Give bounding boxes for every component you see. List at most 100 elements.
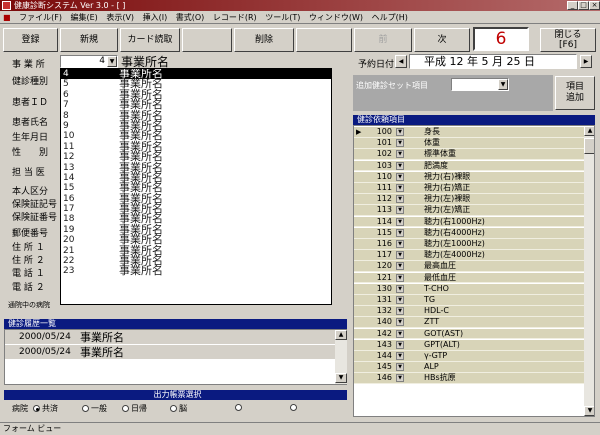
menu-tools[interactable]: ツール(T) <box>262 11 303 24</box>
dropdown-option[interactable]: 6 事業所名 <box>61 89 331 100</box>
dropdown-option[interactable]: 12 事業所名 <box>61 151 331 162</box>
exam-item-row[interactable]: 131 ▼ TG <box>354 295 594 306</box>
radio-dot[interactable] <box>122 405 129 412</box>
history-row[interactable]: 2000/05/24 事業所名 <box>5 330 346 345</box>
chevron-right-icon[interactable]: ▶ <box>580 55 592 68</box>
card-read-button[interactable]: カード読取 <box>120 28 180 52</box>
radio-dot[interactable] <box>290 404 297 411</box>
office-combo[interactable]: 4 ▼ <box>60 55 118 68</box>
exam-item-row[interactable]: 103 ▼ 肥満度 <box>354 160 594 172</box>
chevron-down-icon[interactable]: ▼ <box>396 228 404 237</box>
exam-item-row[interactable]: 101 ▼ 体重 <box>354 138 594 149</box>
items-scrollbar[interactable]: ▲ ▼ <box>584 126 594 416</box>
chevron-down-icon[interactable]: ▼ <box>107 56 117 67</box>
exam-item-row[interactable]: 116 ▼ 聴力(左1000Hz) <box>354 239 594 250</box>
dropdown-option[interactable]: 11 事業所名 <box>61 141 331 152</box>
radio-blank-1[interactable] <box>235 403 244 412</box>
chevron-down-icon[interactable]: ▼ <box>396 128 404 136</box>
exam-item-row[interactable]: 121 ▼ 最低血圧 <box>354 272 594 284</box>
exam-item-row[interactable]: ▶ 100 ▼ 身長 <box>354 127 594 138</box>
exam-item-row[interactable]: 120 ▼ 最高血圧 <box>354 261 594 273</box>
chevron-down-icon[interactable]: ▼ <box>396 340 404 349</box>
radio-dot[interactable] <box>33 405 40 412</box>
radio-dot[interactable] <box>82 405 89 412</box>
scroll-up-icon[interactable]: ▲ <box>584 126 594 136</box>
close-window-button[interactable]: × <box>589 1 600 10</box>
chevron-down-icon[interactable]: ▼ <box>396 284 404 293</box>
dropdown-option[interactable]: 21 事業所名 <box>61 244 331 256</box>
dropdown-option[interactable]: 19 事業所名 <box>61 224 331 235</box>
chevron-down-icon[interactable]: ▼ <box>396 195 404 204</box>
chevron-down-icon[interactable]: ▼ <box>396 150 404 159</box>
menu-format[interactable]: 書式(O) <box>173 11 208 24</box>
chevron-down-icon[interactable]: ▼ <box>396 363 404 372</box>
chevron-down-icon[interactable]: ▼ <box>396 352 404 360</box>
menu-view[interactable]: 表示(V) <box>103 11 137 24</box>
chevron-down-icon[interactable]: ▼ <box>396 217 404 226</box>
dropdown-option[interactable]: 22 事業所名 <box>61 255 331 266</box>
menu-insert[interactable]: 挿入(I) <box>140 11 171 24</box>
chevron-down-icon[interactable]: ▼ <box>396 251 404 260</box>
chevron-down-icon[interactable]: ▼ <box>396 184 404 192</box>
history-row[interactable]: 2000/05/24 事業所名 <box>5 345 346 360</box>
exam-item-row[interactable]: 113 ▼ 視力(左)矯正 <box>354 205 594 217</box>
chevron-down-icon[interactable]: ▼ <box>396 329 404 338</box>
exam-item-row[interactable]: 145 ▼ ALP <box>354 362 594 373</box>
chevron-down-icon[interactable]: ▼ <box>396 296 404 304</box>
scroll-thumb[interactable] <box>584 138 594 154</box>
dropdown-option[interactable]: 16 事業所名 <box>61 192 331 204</box>
exam-item-row[interactable]: 111 ▼ 視力(右)矯正 <box>354 183 594 194</box>
menu-help[interactable]: ヘルプ(H) <box>369 11 411 24</box>
set-items-combo[interactable]: ▼ <box>451 78 509 91</box>
add-item-button[interactable]: 項目 追加 <box>555 76 595 110</box>
chevron-down-icon[interactable]: ▼ <box>396 206 404 215</box>
exam-item-row[interactable]: 117 ▼ 聴力(左4000Hz) <box>354 250 594 261</box>
exam-item-row[interactable]: 146 ▼ HBs抗原 <box>354 373 594 385</box>
exam-item-row[interactable]: 132 ▼ HDL-C <box>354 306 594 317</box>
booking-date-field[interactable]: 平成 12 年 5 月 25 日 <box>409 54 577 69</box>
menu-window[interactable]: ウィンドウ(W) <box>306 11 366 24</box>
radio-dot[interactable] <box>170 405 177 412</box>
exam-item-row[interactable]: 144 ▼ γ-GTP <box>354 351 594 362</box>
radio-ippan[interactable]: 一般 <box>82 403 107 414</box>
office-dropdown-list[interactable]: 4 事業所名 5 事業所名 6 事業所名 7 事業所名 8 事業所名 9 事業所名 10 事業所名 11 事業… <box>60 68 332 305</box>
dropdown-option[interactable]: 8 事業所名 <box>61 109 331 121</box>
next-button[interactable]: 次 <box>414 28 470 52</box>
dropdown-option[interactable]: 4 事業所名 <box>61 69 331 80</box>
exam-item-row[interactable]: 112 ▼ 視力(左)裸眼 <box>354 194 594 205</box>
dropdown-option[interactable]: 15 事業所名 <box>61 182 331 193</box>
exam-item-row[interactable]: 102 ▼ 標準体重 <box>354 149 594 161</box>
chevron-down-icon[interactable]: ▼ <box>396 172 404 181</box>
delete-button[interactable]: 削除 <box>234 28 294 52</box>
dropdown-option[interactable]: 13 事業所名 <box>61 161 331 173</box>
chevron-down-icon[interactable]: ▼ <box>396 262 404 271</box>
exam-item-row[interactable]: 115 ▼ 聴力(右4000Hz) <box>354 227 594 239</box>
exam-item-row[interactable]: 130 ▼ T-CHO <box>354 283 594 295</box>
scroll-up-icon[interactable]: ▲ <box>335 330 347 340</box>
chevron-down-icon[interactable]: ▼ <box>498 79 508 90</box>
prev-button[interactable]: 前 <box>354 28 412 52</box>
blank-button-2[interactable] <box>296 28 352 52</box>
exam-item-row[interactable]: 110 ▼ 視力(右)裸眼 <box>354 171 594 183</box>
history-scrollbar[interactable]: ▲ ▼ <box>335 330 347 384</box>
scroll-down-icon[interactable]: ▼ <box>584 406 594 416</box>
radio-higaeri[interactable]: 日帰 <box>122 403 147 414</box>
minimize-button[interactable]: _ <box>567 1 578 10</box>
menu-edit[interactable]: 編集(E) <box>68 11 101 24</box>
dropdown-option[interactable]: 17 事業所名 <box>61 203 331 214</box>
chevron-left-icon[interactable]: ◀ <box>395 55 407 68</box>
blank-button-1[interactable] <box>182 28 232 52</box>
dropdown-option[interactable]: 18 事業所名 <box>61 213 331 224</box>
dropdown-option[interactable]: 5 事業所名 <box>61 78 331 89</box>
close-form-button[interactable]: 閉じる [F6] <box>540 28 596 52</box>
new-button[interactable]: 新規 <box>60 28 118 52</box>
dropdown-option[interactable]: 10 事業所名 <box>61 130 331 141</box>
exam-item-row[interactable]: 140 ▼ ZTT <box>354 317 594 329</box>
chevron-down-icon[interactable]: ▼ <box>396 139 404 148</box>
dropdown-option[interactable]: 9 事業所名 <box>61 120 331 131</box>
dropdown-option[interactable]: 7 事業所名 <box>61 99 331 110</box>
maximize-button[interactable]: □ <box>578 1 589 10</box>
chevron-down-icon[interactable]: ▼ <box>396 161 404 170</box>
menu-file[interactable]: ファイル(F) <box>16 11 65 24</box>
chevron-down-icon[interactable]: ▼ <box>396 273 404 282</box>
